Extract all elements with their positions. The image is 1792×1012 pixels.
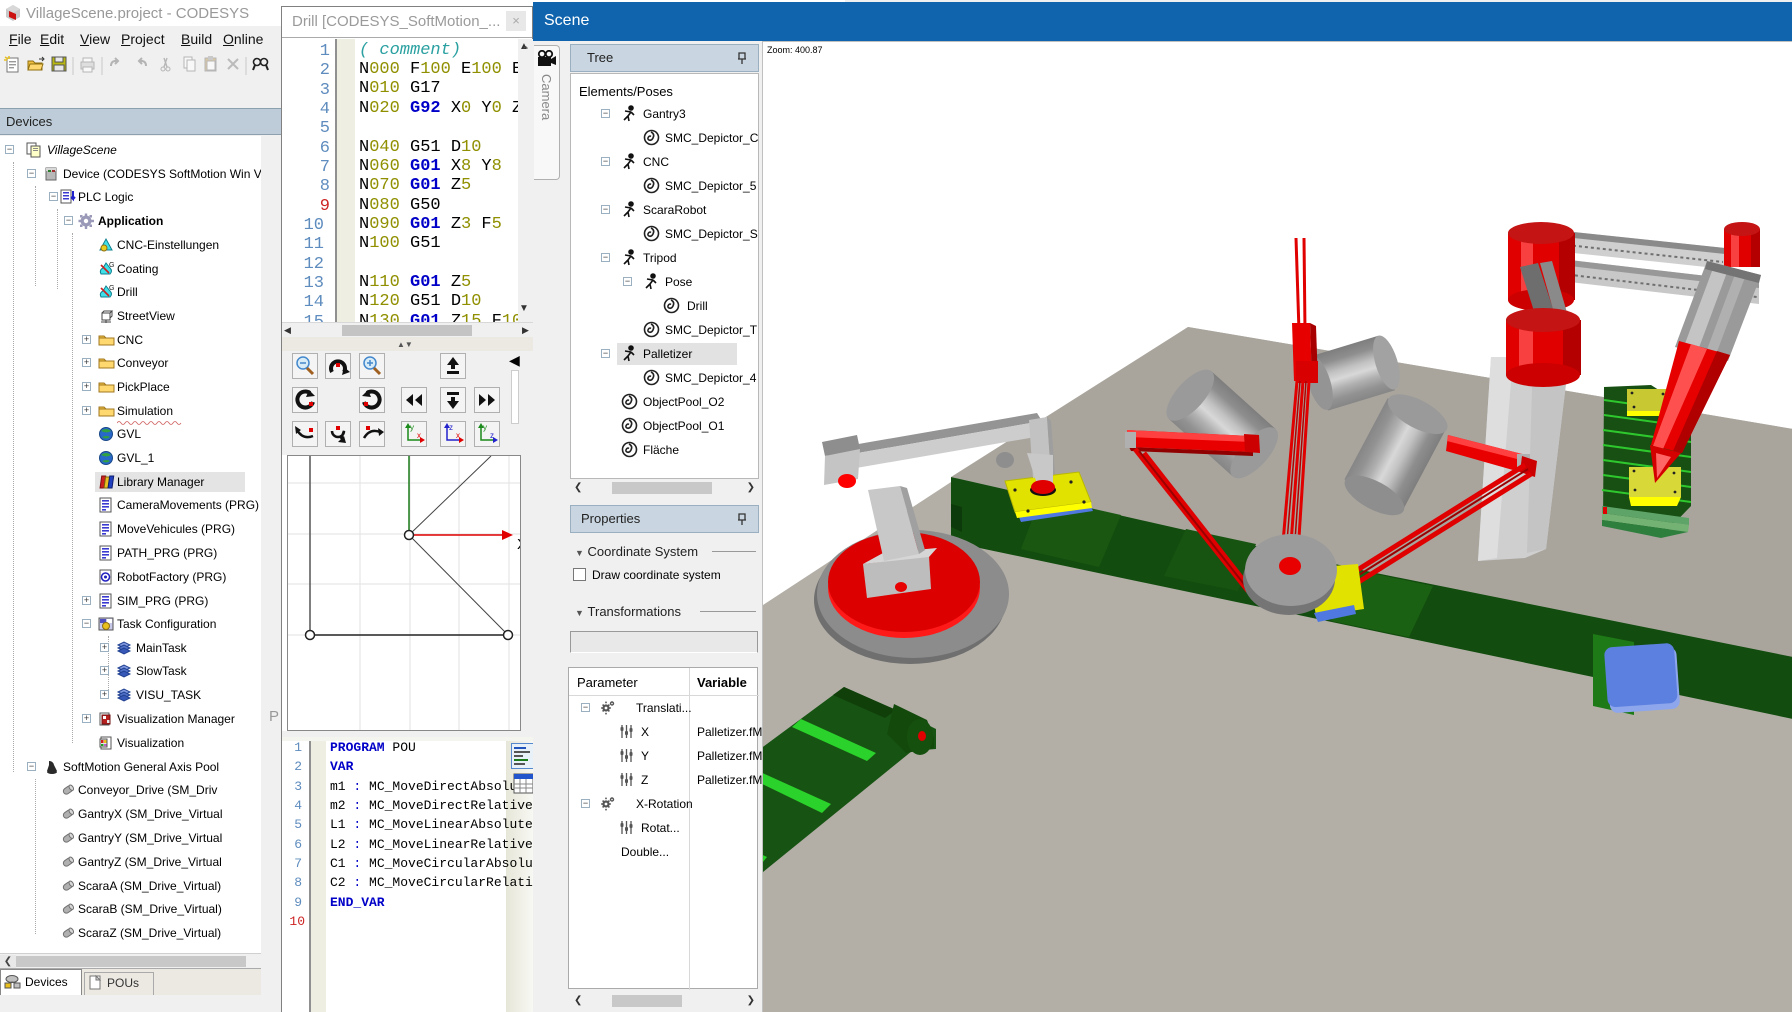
svg-text:Zoom: 400.87: Zoom: 400.87 <box>767 45 823 55</box>
svg-text:y: y <box>483 423 487 432</box>
svg-text:x: x <box>456 431 460 440</box>
svg-text:G: G <box>109 285 114 292</box>
svg-text:G: G <box>109 262 114 269</box>
svg-text:z: z <box>449 423 453 432</box>
svg-text:z: z <box>490 431 494 440</box>
svg-text:X: X <box>517 536 520 553</box>
svg-text:x: x <box>417 431 421 440</box>
svg-text:y: y <box>410 423 414 432</box>
